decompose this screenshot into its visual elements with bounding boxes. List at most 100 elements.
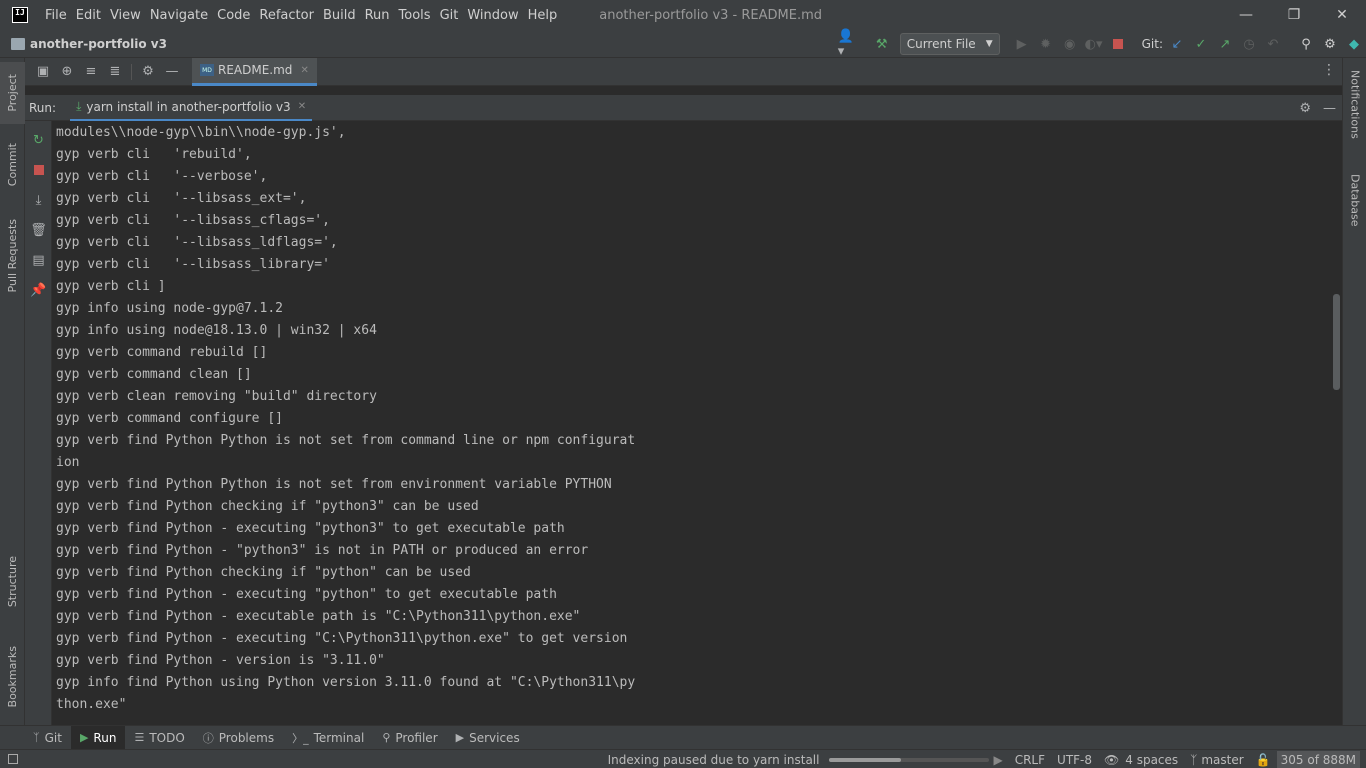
tool-tab-structure[interactable]: Structure bbox=[0, 552, 25, 612]
git-commit-icon[interactable]: ✓ bbox=[1190, 33, 1212, 55]
layout-split-icon[interactable]: ▤ bbox=[25, 249, 52, 271]
tool-tab-notifications[interactable]: Notifications bbox=[1343, 70, 1366, 154]
search-icon[interactable]: ⚲ bbox=[1295, 33, 1317, 55]
bottom-tab-services[interactable]: ▶ Services bbox=[447, 726, 529, 750]
profile-icon[interactable]: ◐▾ bbox=[1083, 33, 1105, 55]
bottom-tab-problems[interactable]: ⓘ Problems bbox=[194, 726, 283, 750]
project-name[interactable]: another-portfolio v3 bbox=[30, 37, 167, 51]
options-gear-icon[interactable]: ⚙ bbox=[136, 60, 160, 84]
bottom-tab-todo[interactable]: ☰ TODO bbox=[125, 726, 193, 750]
git-label: Git: bbox=[1141, 37, 1163, 51]
bottom-tab-profiler-label: Profiler bbox=[395, 730, 438, 745]
markdown-file-icon: MD bbox=[200, 64, 214, 76]
menu-code[interactable]: Code bbox=[217, 8, 250, 23]
run-header-actions: ⚙ — bbox=[1287, 95, 1336, 121]
title-bar: IJ File Edit View Navigate Code Refactor… bbox=[0, 0, 1366, 30]
bottom-tab-git[interactable]: ᛉ Git bbox=[24, 726, 71, 750]
console-line: gyp verb find Python - executable path i… bbox=[56, 609, 581, 624]
menu-help[interactable]: Help bbox=[528, 8, 558, 23]
run-icon[interactable]: ▶ bbox=[1011, 33, 1033, 55]
console-line: gyp verb clean removing "build" director… bbox=[56, 389, 377, 404]
run-side-toolbar: ↻ ⤓ 🗑 ▤ 📌 bbox=[25, 121, 52, 725]
close-icon[interactable]: ✕ bbox=[1318, 0, 1366, 30]
services-icon: ▶ bbox=[455, 731, 465, 744]
bottom-tab-services-label: Services bbox=[469, 730, 520, 745]
lock-icon[interactable]: 🔓 bbox=[1256, 753, 1271, 767]
build-hammer-icon[interactable]: ⚒ bbox=[871, 33, 893, 55]
console-line: gyp verb find Python - executing "C:\Pyt… bbox=[56, 631, 628, 646]
git-push-icon[interactable]: ↗ bbox=[1214, 33, 1236, 55]
status-widgets: Indexing paused due to yarn install ▶ CR… bbox=[596, 750, 1360, 768]
menu-window[interactable]: Window bbox=[467, 8, 518, 23]
git-update-icon[interactable]: ↙ bbox=[1166, 33, 1188, 55]
scroll-to-end-icon[interactable]: ⤓ bbox=[25, 189, 52, 211]
rerun-icon[interactable]: ↻ bbox=[25, 129, 52, 151]
tool-tab-project[interactable]: Project bbox=[0, 62, 25, 124]
hide-run-panel-icon[interactable]: — bbox=[1323, 101, 1336, 116]
plugin-logo-icon[interactable]: ◆ bbox=[1343, 33, 1365, 55]
run-settings-gear-icon[interactable]: ⚙ bbox=[1299, 101, 1311, 116]
tool-tab-commit[interactable]: Commit bbox=[0, 132, 25, 198]
menu-view[interactable]: View bbox=[110, 8, 141, 23]
bottom-tool-tabs: ᛉ Git ▶ Run ☰ TODO ⓘ Problems 〉_ Termina… bbox=[0, 725, 1366, 750]
close-run-tab-icon[interactable]: ✕ bbox=[298, 101, 306, 112]
menu-run[interactable]: Run bbox=[365, 8, 390, 23]
stop-icon[interactable] bbox=[1107, 33, 1129, 55]
select-opened-file-icon[interactable]: ⊕ bbox=[55, 60, 79, 84]
menu-tools[interactable]: Tools bbox=[399, 8, 431, 23]
run-tab-yarn-install[interactable]: ⤓ yarn install in another-portfolio v3 ✕ bbox=[70, 95, 313, 121]
inspection-eye-icon[interactable]: 👁 bbox=[1104, 753, 1119, 767]
status-message[interactable]: Indexing paused due to yarn install bbox=[608, 753, 820, 767]
menu-refactor[interactable]: Refactor bbox=[259, 8, 314, 23]
more-options-icon[interactable]: ⋮ bbox=[1322, 62, 1336, 78]
minimize-icon[interactable]: — bbox=[1222, 0, 1270, 30]
collapse-all-icon[interactable]: ≣ bbox=[103, 60, 127, 84]
stop-process-icon[interactable] bbox=[25, 159, 52, 181]
encoding-widget[interactable]: UTF-8 bbox=[1057, 753, 1092, 767]
bottom-tab-run-label: Run bbox=[93, 730, 117, 745]
info-icon: ⓘ bbox=[202, 731, 214, 745]
tool-tab-database[interactable]: Database bbox=[1343, 174, 1366, 244]
editor-tab-readme[interactable]: MD README.md ✕ bbox=[192, 57, 317, 86]
line-separator-widget[interactable]: CRLF bbox=[1015, 753, 1045, 767]
git-branch-widget[interactable]: master bbox=[1201, 753, 1243, 767]
restore-icon[interactable]: ❐ bbox=[1270, 0, 1318, 30]
bottom-tab-run[interactable]: ▶ Run bbox=[70, 725, 126, 750]
menu-navigate[interactable]: Navigate bbox=[150, 8, 208, 23]
expand-all-icon[interactable]: ≡ bbox=[79, 60, 103, 84]
menu-file[interactable]: File bbox=[45, 8, 67, 23]
coverage-icon[interactable]: ◉ bbox=[1059, 33, 1081, 55]
console-line: gyp verb cli '--libsass_ldflags=', bbox=[56, 235, 338, 250]
clear-all-trash-icon[interactable]: 🗑 bbox=[25, 219, 52, 241]
tool-tab-bookmarks[interactable]: Bookmarks bbox=[0, 638, 25, 716]
history-icon[interactable]: ◷ bbox=[1238, 33, 1260, 55]
bottom-tab-terminal[interactable]: 〉_ Terminal bbox=[283, 726, 373, 750]
menu-build[interactable]: Build bbox=[323, 8, 356, 23]
nav-toolbar: 👤▾ ⚒ Current File ▼ ▶ ✹ ◉ ◐▾ Git: ↙ ✓ ↗ … bbox=[837, 29, 1366, 59]
pin-tab-icon[interactable]: 📌 bbox=[25, 279, 52, 301]
run-panel-header: Run: ⤓ yarn install in another-portfolio… bbox=[25, 95, 1342, 121]
pause-indexing-icon[interactable]: ▶ bbox=[993, 753, 1002, 767]
account-icon[interactable]: 👤▾ bbox=[838, 29, 860, 59]
console-output[interactable]: modules\\node-gyp\\bin\\node-gyp.js', gy… bbox=[52, 121, 1342, 725]
toggle-tool-windows-icon[interactable] bbox=[8, 754, 18, 764]
debug-icon[interactable]: ✹ bbox=[1035, 33, 1057, 55]
hide-panel-icon[interactable]: — bbox=[160, 60, 184, 84]
run-configuration-select[interactable]: Current File ▼ bbox=[899, 33, 1000, 55]
tool-tab-notifications-label: Notifications bbox=[1348, 70, 1362, 139]
close-tab-icon[interactable]: ✕ bbox=[300, 65, 308, 76]
menu-edit[interactable]: Edit bbox=[76, 8, 101, 23]
git-branch-icon: ᛉ bbox=[33, 731, 40, 744]
console-line: gyp info using node-gyp@7.1.2 bbox=[56, 301, 283, 316]
rollback-icon[interactable]: ↶ bbox=[1262, 33, 1284, 55]
indent-widget[interactable]: 4 spaces bbox=[1125, 753, 1178, 767]
menu-git[interactable]: Git bbox=[440, 8, 459, 23]
console-scrollbar[interactable] bbox=[1333, 294, 1340, 390]
memory-indicator[interactable]: 305 of 888M bbox=[1276, 750, 1360, 768]
bottom-tab-profiler[interactable]: ⚲ Profiler bbox=[373, 726, 446, 750]
settings-gear-icon[interactable]: ⚙ bbox=[1319, 33, 1341, 55]
terminal-icon: 〉_ bbox=[292, 731, 309, 745]
tool-tab-pull-requests[interactable]: Pull Requests bbox=[0, 208, 25, 304]
console-line: gyp verb cli '--libsass_library=' bbox=[56, 257, 330, 272]
layout-icon[interactable]: ▣ bbox=[31, 60, 55, 84]
